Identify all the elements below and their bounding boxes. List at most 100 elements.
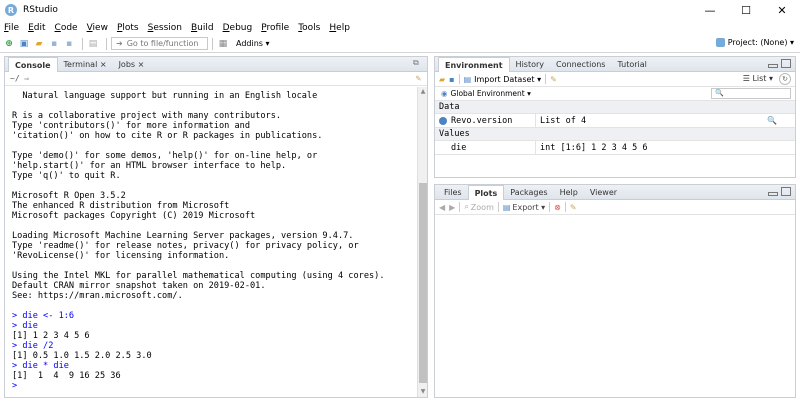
refresh-icon[interactable]: ↻: [779, 73, 791, 85]
minimize-button[interactable]: —: [692, 0, 728, 20]
print-icon[interactable]: ▤: [87, 38, 99, 50]
console-output-line: Loading Microsoft Machine Learning Serve…: [12, 231, 354, 241]
view-data-icon[interactable]: 🔍: [767, 116, 777, 125]
console-path-bar: ~/ ⇨ ✎: [5, 72, 427, 86]
menu-item[interactable]: Edit: [28, 23, 45, 33]
console-tab[interactable]: Terminal ×: [58, 57, 113, 71]
console-output-line: [1] 0.5 1.0 1.5 2.0 2.5 3.0: [12, 351, 152, 361]
new-file-icon[interactable]: ⊕: [3, 38, 15, 50]
console-output-line: [1] 1 4 9 16 25 36: [12, 371, 121, 381]
console-output[interactable]: Natural language support but running in …: [5, 87, 417, 397]
save-icon[interactable]: ▪: [48, 38, 60, 50]
goto-file-function-input[interactable]: ➜ Go to file/function: [111, 37, 208, 50]
export-dropdown[interactable]: Export ▾: [512, 203, 545, 212]
open-file-icon[interactable]: ▰: [33, 38, 45, 50]
clear-console-icon[interactable]: ✎: [416, 74, 421, 84]
addins-dropdown[interactable]: Addins ▾: [236, 39, 270, 48]
import-dataset-icon: ▤: [463, 74, 472, 84]
console-output-line: Default CRAN mirror snapshot taken on 20…: [12, 281, 266, 291]
console-output-line: The enhanced R distribution from Microso…: [12, 201, 230, 211]
environment-tab[interactable]: Environment: [438, 57, 510, 72]
menu-item[interactable]: Code: [55, 23, 78, 33]
menu-item[interactable]: View: [87, 23, 108, 33]
menu-item[interactable]: File: [4, 23, 19, 33]
maximize-pane-icon[interactable]: ⧉: [413, 59, 423, 68]
zoom-button[interactable]: Zoom: [471, 203, 494, 212]
expand-arrow-icon[interactable]: [439, 116, 447, 125]
workspace-panes-icon[interactable]: ▦: [217, 38, 229, 50]
maximize-pane-icon[interactable]: [781, 187, 791, 196]
toolbar-divider: [545, 74, 547, 84]
toolbar-divider: [549, 202, 551, 212]
files-tab[interactable]: Packages: [504, 185, 553, 199]
project-icon: [715, 38, 725, 47]
menu-item[interactable]: Build: [191, 23, 214, 33]
environment-tab-bar: Environment History Connections Tutorial: [435, 57, 795, 72]
save-all-icon[interactable]: ▪: [63, 38, 75, 50]
environment-tab[interactable]: History: [510, 57, 550, 71]
menu-item[interactable]: Profile: [261, 23, 289, 33]
clear-workspace-icon[interactable]: ✎: [550, 75, 557, 84]
menu-item[interactable]: Plots: [117, 23, 139, 33]
load-workspace-icon[interactable]: ▰: [439, 75, 445, 84]
minimize-pane-icon[interactable]: [768, 192, 778, 196]
environment-row[interactable]: Revo.version List of 4 🔍: [435, 113, 795, 128]
maximize-pane-icon[interactable]: [781, 59, 791, 68]
menu-item[interactable]: Session: [148, 23, 182, 33]
save-workspace-icon[interactable]: ▪: [449, 75, 454, 84]
console-output-line: Microsoft R Open 3.5.2: [12, 191, 126, 201]
menu-item[interactable]: Debug: [223, 23, 253, 33]
console-scrollbar[interactable]: ▲ ▼: [417, 87, 427, 397]
maximize-button[interactable]: ☐: [728, 0, 764, 20]
export-icon: ▤: [502, 202, 511, 212]
import-dataset-button[interactable]: Import Dataset ▾: [474, 75, 541, 84]
goto-arrow-icon: ➜: [116, 39, 123, 48]
scroll-down-icon[interactable]: ▼: [419, 388, 427, 396]
previous-plot-icon[interactable]: ◀: [439, 203, 445, 212]
clear-all-plots-icon[interactable]: ✎: [570, 203, 577, 212]
console-output-line: See: https://mran.microsoft.com/.: [12, 291, 183, 301]
working-directory[interactable]: ~/ ⇨: [10, 74, 29, 83]
environment-search-input[interactable]: 🔍: [711, 88, 791, 99]
files-tab[interactable]: Help: [554, 185, 584, 199]
console-output-line: Microsoft packages Copyright (C) 2019 Mi…: [12, 211, 256, 221]
files-tab[interactable]: Viewer: [584, 185, 623, 199]
environment-tab[interactable]: Connections: [550, 57, 611, 71]
global-environment-dropdown[interactable]: Global Environment ▾: [451, 89, 531, 98]
new-project-icon[interactable]: ▣: [18, 38, 30, 50]
console-output-line: Type 'contributors()' for more informati…: [12, 121, 250, 131]
list-view-dropdown[interactable]: ☰ List ▾: [743, 74, 773, 83]
environment-row[interactable]: die int [1:6] 1 2 3 4 5 6: [435, 140, 795, 155]
console-tab[interactable]: Jobs ×: [113, 57, 151, 71]
project-menu[interactable]: Project: (None) ▾: [715, 38, 794, 47]
toolbar-divider: [106, 37, 107, 50]
main-toolbar: ⊕ ▣ ▰ ▪ ▪ ▤ ➜ Go to file/function ▦ Addi…: [0, 35, 800, 53]
menu-item[interactable]: Help: [329, 23, 350, 33]
close-button[interactable]: ✕: [764, 0, 800, 20]
pane-window-controls: [765, 59, 791, 68]
scroll-up-icon[interactable]: ▲: [419, 88, 427, 96]
plots-toolbar: ◀ ▶ ⌕ Zoom ▤ Export ▾ ⊗ ✎: [435, 200, 795, 215]
console-input-line: >: [12, 381, 18, 391]
toolbar-divider: [459, 202, 461, 212]
toolbar-divider: [564, 202, 566, 212]
r-environment-icon: ◉: [441, 89, 448, 98]
console-tab[interactable]: Console: [8, 57, 58, 72]
title-bar: R RStudio — ☐ ✕: [0, 0, 800, 20]
console-output-line: Using the Intel MKL for parallel mathema…: [12, 271, 385, 281]
next-plot-icon[interactable]: ▶: [449, 203, 455, 212]
scrollbar-thumb[interactable]: [419, 183, 427, 383]
menu-item[interactable]: Tools: [298, 23, 320, 33]
environment-tab[interactable]: Tutorial: [611, 57, 652, 71]
window-title: RStudio: [23, 5, 58, 15]
files-tab[interactable]: Files: [438, 185, 468, 199]
values-section-header: Values: [435, 128, 795, 141]
pane-window-controls: ⧉: [410, 59, 423, 68]
minimize-pane-icon[interactable]: [768, 64, 778, 68]
rstudio-logo-icon: R: [5, 4, 17, 16]
remove-plot-icon[interactable]: ⊗: [554, 203, 561, 212]
environment-selector-bar: ◉ Global Environment ▾ 🔍: [435, 87, 795, 101]
files-tab[interactable]: Plots: [467, 185, 505, 200]
